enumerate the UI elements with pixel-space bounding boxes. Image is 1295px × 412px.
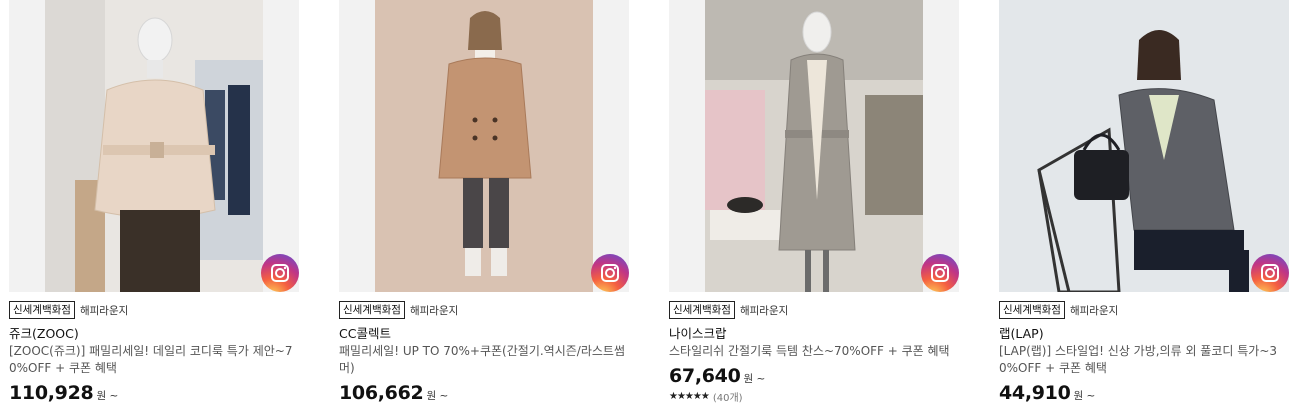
brand-name[interactable]: 나이스크랍 — [669, 325, 959, 342]
store-info: 신세계백화점 해피라운지 — [339, 301, 629, 319]
star-rating-icon: ★★★★★ — [669, 391, 710, 402]
store-tag: 신세계백화점 — [339, 301, 405, 319]
price-row: 106,662 원 ~ — [339, 382, 629, 404]
price: 67,640 — [669, 365, 741, 387]
rating[interactable]: ★★★★★ (40개) — [669, 389, 959, 404]
price: 110,928 — [9, 382, 94, 404]
price-unit: 원 ~ — [743, 373, 766, 385]
product-photo — [45, 0, 263, 292]
price-row: 67,640 원 ~ — [669, 365, 959, 387]
product-image[interactable] — [339, 0, 629, 292]
camera-lens-icon[interactable] — [591, 254, 629, 292]
camera-lens-icon[interactable] — [261, 254, 299, 292]
store-sub-label: 해피라운지 — [739, 304, 789, 317]
price-unit: 원 ~ — [1073, 390, 1096, 402]
price-row: 110,928 원 ~ — [9, 382, 299, 404]
brand-name[interactable]: CC콜렉트 — [339, 325, 629, 342]
product-photo — [999, 0, 1289, 292]
price: 44,910 — [999, 382, 1071, 404]
product-description[interactable]: 패밀리세일! UP TO 70%+쿠폰(간절기.역시즌/라스트썸머) — [339, 343, 629, 377]
price-unit: 원 ~ — [426, 390, 449, 402]
product-description[interactable]: 스타일리쉬 간절기룩 득템 찬스~70%OFF + 쿠폰 혜택 — [669, 343, 959, 360]
price-row: 44,910 원 ~ — [999, 382, 1289, 404]
store-tag: 신세계백화점 — [9, 301, 75, 319]
store-info: 신세계백화점 해피라운지 — [669, 301, 959, 319]
brand-name[interactable]: 쥬크(ZOOC) — [9, 325, 299, 342]
store-sub-label: 해피라운지 — [409, 304, 459, 317]
camera-lens-icon[interactable] — [921, 254, 959, 292]
camera-lens-icon[interactable] — [1251, 254, 1289, 292]
product-photo — [375, 0, 593, 292]
store-sub-label: 해피라운지 — [1069, 304, 1119, 317]
store-tag: 신세계백화점 — [999, 301, 1065, 319]
product-photo — [705, 0, 923, 292]
review-count: (40개) — [712, 393, 743, 404]
brand-name[interactable]: 랩(LAP) — [999, 325, 1289, 342]
product-card[interactable]: 신세계백화점 해피라운지 CC콜렉트 패밀리세일! UP TO 70%+쿠폰(간… — [339, 0, 629, 404]
store-info: 신세계백화점 해피라운지 — [999, 301, 1289, 319]
product-card[interactable]: 신세계백화점 해피라운지 나이스크랍 스타일리쉬 간절기룩 득템 찬스~70%O… — [669, 0, 959, 404]
store-sub-label: 해피라운지 — [79, 304, 129, 317]
product-grid: 신세계백화점 해피라운지 쥬크(ZOOC) [ZOOC(쥬크)] 패밀리세일! … — [0, 0, 1295, 412]
product-image[interactable] — [999, 0, 1289, 292]
product-description[interactable]: [LAP(랩)] 스타일업! 신상 가방,의류 외 풀코디 특가~30%OFF … — [999, 343, 1289, 377]
store-tag: 신세계백화점 — [669, 301, 735, 319]
product-image[interactable] — [669, 0, 959, 292]
store-info: 신세계백화점 해피라운지 — [9, 301, 299, 319]
price-unit: 원 ~ — [96, 390, 119, 402]
product-description[interactable]: [ZOOC(쥬크)] 패밀리세일! 데일리 코디룩 특가 제안~70%OFF +… — [9, 343, 299, 377]
price: 106,662 — [339, 382, 424, 404]
product-image[interactable] — [9, 0, 299, 292]
product-card[interactable]: 신세계백화점 해피라운지 쥬크(ZOOC) [ZOOC(쥬크)] 패밀리세일! … — [9, 0, 299, 404]
product-card[interactable]: 신세계백화점 해피라운지 랩(LAP) [LAP(랩)] 스타일업! 신상 가방… — [999, 0, 1289, 404]
